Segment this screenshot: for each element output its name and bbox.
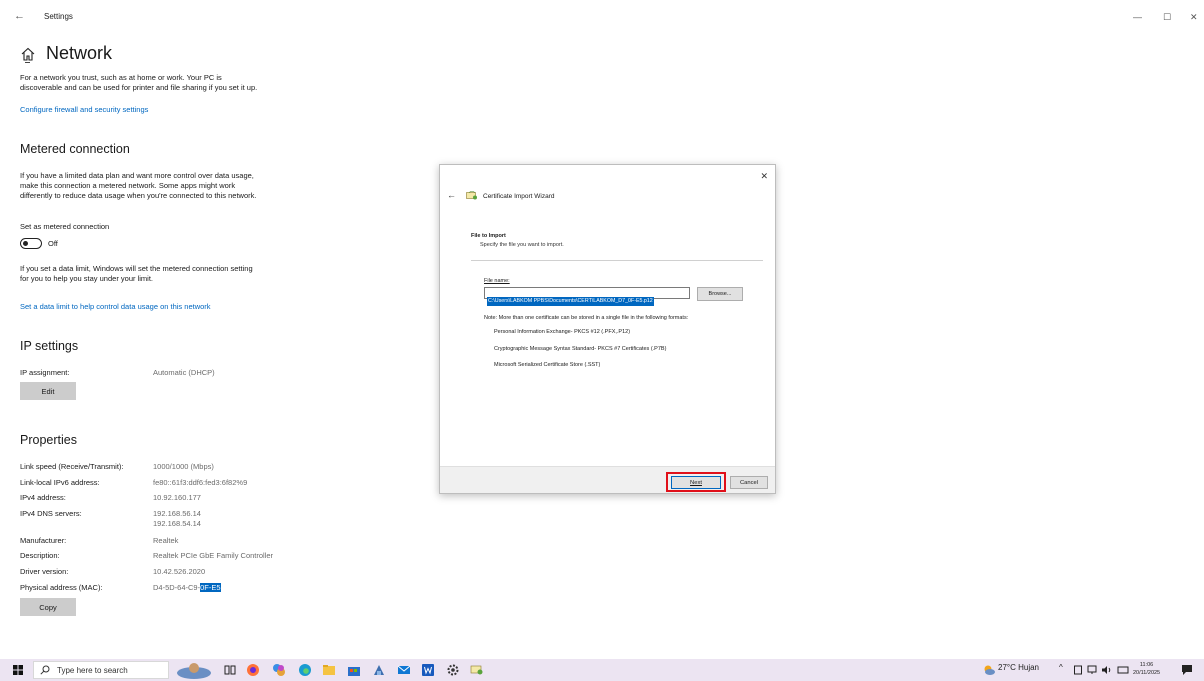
ip-settings-heading: IP settings: [20, 339, 79, 353]
next-button-label: Next: [690, 479, 702, 486]
store-icon[interactable]: [347, 663, 361, 677]
property-value: Realtek: [153, 536, 179, 545]
minimize-button[interactable]: —: [1133, 12, 1142, 22]
start-windows-icon[interactable]: [13, 665, 23, 675]
volume-icon[interactable]: [1101, 665, 1113, 675]
settings-icon[interactable]: [446, 663, 460, 677]
properties-heading: Properties: [20, 433, 77, 447]
next-button[interactable]: Next: [671, 476, 721, 489]
property-value: 192.168.56.14: [153, 509, 201, 518]
format-item: Cryptographic Message Syntax Standard- P…: [494, 346, 667, 352]
property-label: Link speed (Receive/Transmit):: [20, 462, 124, 471]
formats-note: Note: More than one certificate can be s…: [484, 315, 689, 321]
wizard-step-title: File to Import: [471, 233, 506, 239]
device-icon[interactable]: [1073, 665, 1083, 675]
property-value: 192.168.54.14: [153, 519, 201, 528]
mail-icon[interactable]: [397, 663, 411, 677]
dialog-title: Certificate Import Wizard: [483, 193, 555, 200]
certificate-wizard-icon[interactable]: [470, 663, 484, 677]
dialog-back-icon[interactable]: ←: [447, 190, 456, 200]
toggle-state: Off: [48, 239, 58, 248]
metered-toggle-label: Set as metered connection: [20, 222, 110, 231]
taskbar: Type here to search 27°C Hujan ^ 11:06 2…: [0, 659, 1204, 681]
property-value: 1000/1000 (Mbps): [153, 462, 214, 471]
description-line: differently to reduce data usage when yo…: [20, 191, 257, 200]
file-name-input[interactable]: C:\Users\LABKOM PPBS\Documents\CERT\LABK…: [484, 287, 690, 306]
mac-selected-text[interactable]: 0F-E5: [200, 583, 221, 592]
metered-heading: Metered connection: [20, 142, 130, 156]
back-arrow-icon[interactable]: ←: [14, 10, 25, 22]
page-header: Network: [20, 43, 112, 64]
weather-text[interactable]: 27°C Hujan: [998, 663, 1039, 672]
network-profile-description: For a network you trust, such as at home…: [20, 73, 257, 93]
format-item: Microsoft Serialized Certificate Store (…: [494, 362, 601, 368]
property-label: Driver version:: [20, 567, 69, 576]
toggle-switch[interactable]: [20, 238, 42, 249]
clock-time: 11:06: [1139, 662, 1154, 668]
edge-icon[interactable]: [298, 663, 312, 677]
description-line: For a network you trust, such as at home…: [20, 73, 222, 82]
certificate-icon: [466, 191, 477, 200]
data-limit-link[interactable]: Set a data limit to help control data us…: [20, 302, 211, 311]
property-value: Realtek PCIe GbE Family Controller: [153, 551, 274, 560]
maximize-button[interactable]: ☐: [1163, 12, 1171, 23]
word-icon[interactable]: [421, 663, 435, 677]
property-value: 10.92.160.177: [153, 493, 201, 502]
data-limit-description: If you set a data limit, Windows will se…: [20, 264, 253, 284]
search-icon: [40, 665, 50, 675]
divider: [471, 260, 763, 261]
description-line: If you set a data limit, Windows will se…: [20, 264, 253, 273]
wizard-step-subtitle: Specify the file you want to import.: [480, 242, 564, 248]
ip-edit-button[interactable]: Edit: [20, 382, 76, 400]
property-label: IPv4 DNS servers:: [20, 509, 82, 518]
property-label: Physical address (MAC):: [20, 583, 103, 592]
property-label: IPv4 address:: [20, 493, 66, 502]
show-hidden-icons-icon[interactable]: ^: [1059, 663, 1063, 672]
description-line: make this connection a metered network. …: [20, 181, 236, 190]
copilot-icon[interactable]: [272, 663, 286, 677]
copy-button[interactable]: Copy: [20, 598, 76, 616]
keyboard-icon[interactable]: [1117, 665, 1129, 675]
property-value: 10.42.526.2020: [153, 567, 206, 576]
format-item: Personal Information Exchange- PKCS #12 …: [494, 329, 631, 335]
metered-description: If you have a limited data plan and want…: [20, 171, 256, 201]
file-name-label: File name:: [484, 278, 510, 284]
property-label: Link-local IPv6 address:: [20, 478, 100, 487]
close-button[interactable]: ✕: [1190, 12, 1198, 23]
weather-icon[interactable]: [982, 664, 996, 676]
ip-assignment-value: Automatic (DHCP): [153, 368, 215, 377]
property-label: Manufacturer:: [20, 536, 67, 545]
browse-button[interactable]: Browse...: [697, 287, 743, 301]
ip-assignment-label: IP assignment:: [20, 368, 70, 377]
network-icon[interactable]: [1087, 665, 1097, 675]
firewall-settings-link[interactable]: Configure firewall and security settings: [20, 105, 148, 114]
app-icon[interactable]: [372, 663, 386, 677]
title-bar: ← Settings — ☐ ✕: [0, 0, 1204, 34]
mac-prefix: D4-5D-64-C9-: [153, 583, 201, 592]
file-name-selected-text: C:\Users\LABKOM PPBS\Documents\CERT\LABK…: [487, 297, 654, 306]
description-line: for you to help you stay under your limi…: [20, 274, 153, 283]
mac-address-value: D4-5D-64-C9-0F-E5: [153, 583, 221, 592]
property-value: fe80::61f3:ddf6:fed3:6f82%9: [153, 478, 248, 487]
scroll-indicator: [25, 62, 30, 63]
search-placeholder: Type here to search: [57, 665, 128, 675]
window-title: Settings: [44, 12, 73, 21]
property-label: Description:: [20, 551, 60, 560]
dialog-close-icon[interactable]: ✕: [760, 171, 768, 182]
firefox-icon[interactable]: [246, 663, 260, 677]
taskbar-clock[interactable]: 11:06 20/11/2025: [1133, 661, 1160, 677]
description-line: If you have a limited data plan and want…: [20, 171, 254, 180]
certificate-import-wizard-dialog: ✕ ← Certificate Import Wizard File to Im…: [439, 164, 776, 494]
notification-icon[interactable]: [1181, 664, 1193, 676]
clock-date: 20/11/2025: [1133, 670, 1161, 676]
metered-toggle[interactable]: Off: [20, 238, 58, 249]
description-line: discoverable and can be used for printer…: [20, 83, 258, 92]
task-view-icon[interactable]: [224, 664, 236, 676]
home-icon[interactable]: [20, 46, 36, 62]
search-highlights-icon[interactable]: [175, 660, 213, 680]
cancel-button[interactable]: Cancel: [730, 476, 768, 489]
taskbar-search-box[interactable]: Type here to search: [33, 661, 169, 679]
page-title: Network: [46, 43, 113, 63]
file-explorer-icon[interactable]: [322, 663, 336, 677]
